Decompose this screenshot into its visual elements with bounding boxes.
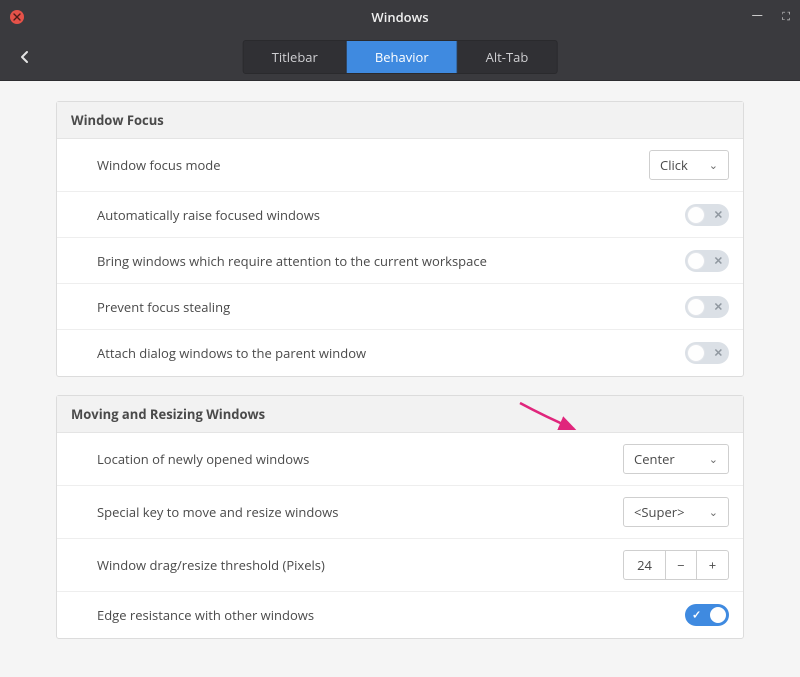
minimize-icon[interactable]: － [750,10,764,24]
close-icon[interactable] [10,10,24,24]
row-attention-workspace: Bring windows which require attention to… [57,238,743,284]
row-new-window-location: Location of newly opened windows Center … [57,433,743,486]
stepper-increment[interactable]: + [697,550,729,580]
stepper-value[interactable]: 24 [623,550,665,580]
dropdown-new-window-location[interactable]: Center ⌄ [623,444,729,474]
stepper-decrement[interactable]: − [665,550,697,580]
back-button[interactable] [18,43,32,70]
toggle-knob [687,252,705,270]
toggle-attention-workspace[interactable]: ✕ [685,250,729,272]
toggle-off-icon: ✕ [714,299,723,314]
tab-alttab[interactable]: Alt-Tab [458,41,557,73]
toggle-prevent-steal[interactable]: ✕ [685,296,729,318]
stepper-drag-threshold: 24 − + [623,550,729,580]
row-special-key: Special key to move and resize windows <… [57,486,743,539]
panel-header: Moving and Resizing Windows [57,396,743,433]
toggle-on-icon: ✓ [692,608,701,623]
window-controls: － ⛶ [750,0,790,33]
toggle-edge-resistance[interactable]: ✓ [685,604,729,626]
panel-header: Window Focus [57,102,743,139]
toggle-knob [709,606,727,624]
window-titlebar: Windows － ⛶ [0,0,800,33]
row-label: Prevent focus stealing [97,298,230,316]
dropdown-value: <Super> [634,503,685,521]
header-bar: Titlebar Behavior Alt-Tab [0,33,800,81]
toggle-attach-dialog[interactable]: ✕ [685,342,729,364]
row-label: Attach dialog windows to the parent wind… [97,344,366,362]
row-label: Automatically raise focused windows [97,206,320,224]
maximize-icon[interactable]: ⛶ [782,11,790,22]
row-drag-threshold: Window drag/resize threshold (Pixels) 24… [57,539,743,592]
dropdown-value: Click [660,156,688,174]
row-auto-raise: Automatically raise focused windows ✕ [57,192,743,238]
content-area: Window Focus Window focus mode Click ⌄ A… [0,81,800,677]
toggle-auto-raise[interactable]: ✕ [685,204,729,226]
row-focus-mode: Window focus mode Click ⌄ [57,139,743,192]
chevron-down-icon: ⌄ [709,452,718,467]
row-label: Location of newly opened windows [97,450,309,468]
toggle-knob [687,206,705,224]
row-label: Edge resistance with other windows [97,606,314,624]
dropdown-focus-mode[interactable]: Click ⌄ [649,150,729,180]
chevron-down-icon: ⌄ [709,505,718,520]
chevron-down-icon: ⌄ [709,158,718,173]
dropdown-special-key[interactable]: <Super> ⌄ [623,497,729,527]
row-label: Bring windows which require attention to… [97,252,487,270]
panel-moving-resizing: Moving and Resizing Windows Location of … [56,395,744,639]
row-label: Window focus mode [97,156,221,174]
toggle-off-icon: ✕ [714,253,723,268]
toggle-knob [687,298,705,316]
row-edge-resistance: Edge resistance with other windows ✓ [57,592,743,638]
toggle-off-icon: ✕ [714,346,723,361]
tab-titlebar[interactable]: Titlebar [244,41,347,73]
row-prevent-steal: Prevent focus stealing ✕ [57,284,743,330]
dropdown-value: Center [634,450,675,468]
window-title: Windows [0,8,800,26]
tab-behavior[interactable]: Behavior [347,41,458,73]
tab-switcher: Titlebar Behavior Alt-Tab [243,40,558,74]
toggle-knob [687,344,705,362]
row-attach-dialog: Attach dialog windows to the parent wind… [57,330,743,376]
panel-window-focus: Window Focus Window focus mode Click ⌄ A… [56,101,744,377]
row-label: Special key to move and resize windows [97,503,338,521]
row-label: Window drag/resize threshold (Pixels) [97,556,325,574]
toggle-off-icon: ✕ [714,207,723,222]
